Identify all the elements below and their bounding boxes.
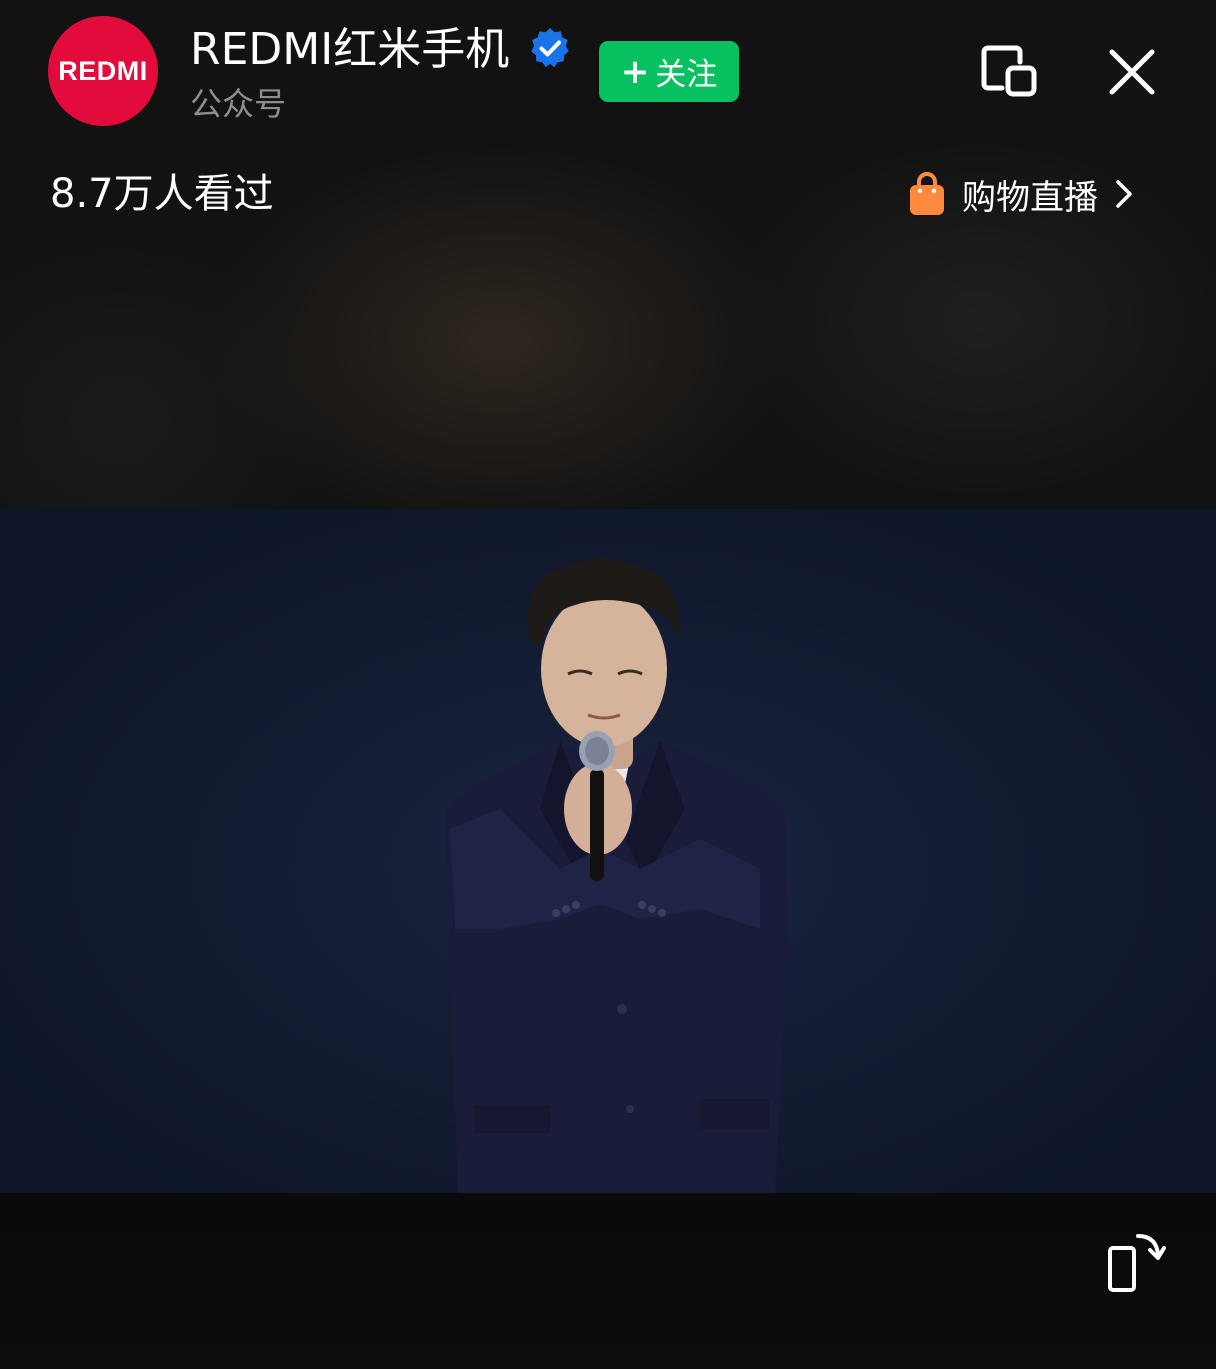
shopping-bag-icon	[910, 172, 944, 215]
account-avatar[interactable]: REDMI	[48, 16, 158, 126]
video-frame-singer	[445, 558, 788, 1193]
rotate-screen-icon[interactable]	[1104, 1230, 1168, 1294]
shopping-live-entry[interactable]: 购物直播	[908, 168, 1136, 220]
live-video-player[interactable]	[0, 509, 1216, 1193]
shopping-live-label: 购物直播	[962, 177, 1098, 218]
verified-badge-icon	[531, 28, 569, 68]
follow-button[interactable]: + 关注	[599, 41, 739, 102]
chevron-right-icon	[1116, 180, 1132, 208]
floating-window-icon[interactable]	[978, 42, 1040, 98]
plus-icon: +	[620, 51, 650, 92]
account-name[interactable]: REDMI红米手机	[190, 22, 509, 78]
viewer-count: 8.7万人看过	[50, 171, 274, 217]
live-room-screen: REDMI REDMI红米手机 公众号 + 关注 8.7万人看过 购物直播	[0, 0, 1216, 1369]
account-type-label: 公众号	[190, 85, 287, 123]
player-bottom-bar	[0, 1193, 1216, 1369]
avatar-logo-text: REDMI	[58, 55, 148, 86]
follow-label: 关注	[655, 57, 718, 93]
close-icon[interactable]	[1106, 46, 1158, 98]
